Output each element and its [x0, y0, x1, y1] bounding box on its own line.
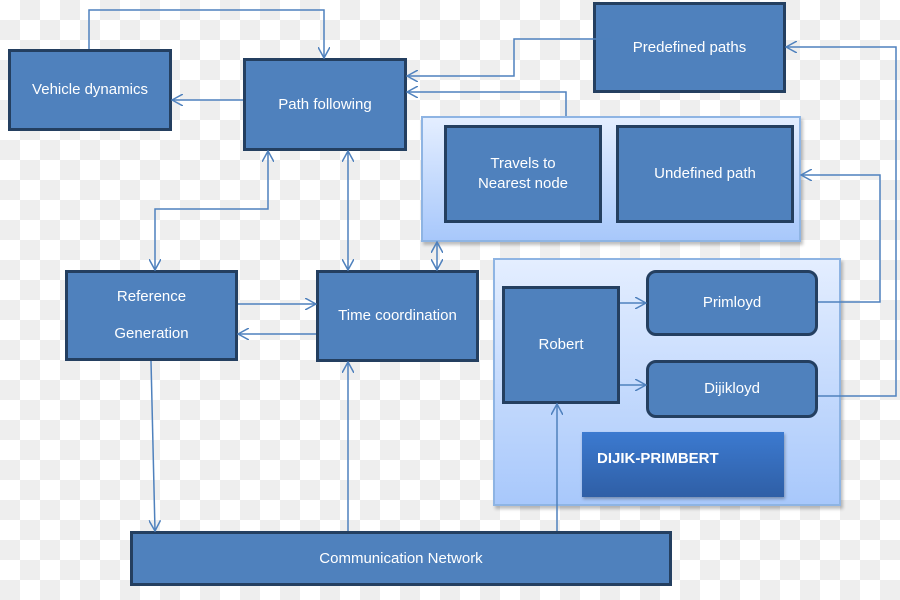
vehicle-to-path-connector — [88, 9, 324, 58]
reference-to-network-connector — [151, 360, 155, 531]
connectors — [88, 9, 897, 600]
predefined-to-path-connector — [407, 38, 613, 76]
options-to-path-connector — [407, 92, 567, 116]
path-reference-connector — [155, 151, 268, 270]
primloyd-to-undefined-connector — [801, 175, 881, 303]
